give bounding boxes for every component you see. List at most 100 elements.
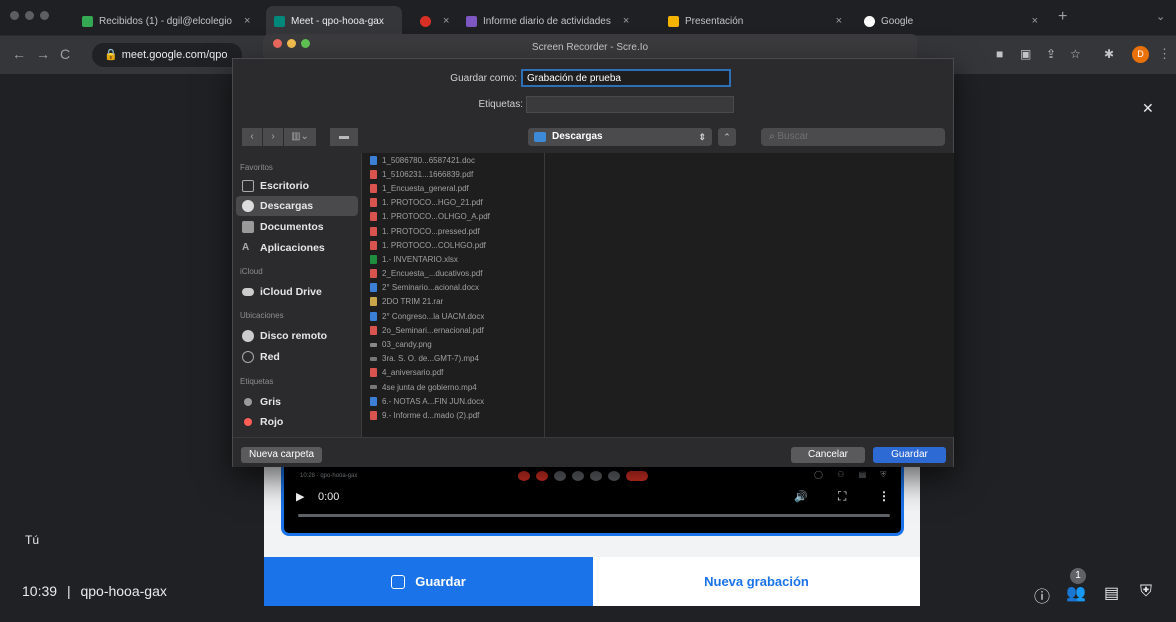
tab-recorder[interactable]: × [412,6,456,36]
share-icon[interactable]: ⇪ [1046,47,1056,61]
tab-close-icon[interactable]: × [836,15,842,27]
video-icon [370,356,377,361]
tab-presentacion[interactable]: Presentación × [660,6,850,36]
list-item[interactable]: 6.- NOTAS A...FIN JUN.docx [362,394,544,408]
participants-badge: 1 [1070,568,1086,584]
file-name: 9.- Informe d...mado (2).pdf [382,410,480,420]
tab-close-icon[interactable]: × [623,15,629,27]
tab-informe[interactable]: Informe diario de actividades × [458,6,658,36]
profile-avatar[interactable]: D [1132,46,1149,63]
list-item[interactable]: 4_aniversario.pdf [362,366,544,380]
pdf-icon [370,198,377,208]
list-item[interactable]: 4se junta de gobierno.mp4 [362,380,544,394]
list-item[interactable]: 03_candy.png [362,337,544,351]
view-mode-icon[interactable]: ▥⌄ [284,128,316,146]
bookmark-star-icon[interactable]: ☆ [1070,47,1081,61]
meeting-time: 10:39 [22,583,58,599]
word-icon [370,311,377,321]
sidebar-item-icloud-drive[interactable]: iCloud Drive [233,282,361,302]
list-item[interactable]: 3ra. S. O. de...GMT-7).mp4 [362,352,544,366]
host-controls-icon[interactable]: ⛨ [1140,583,1152,601]
list-item[interactable]: 1. PROTOCO...COLHGO.pdf [362,238,544,252]
list-item[interactable]: 2DO TRIM 21.rar [362,295,544,309]
tab-search-icon[interactable]: ⌄ [1156,10,1165,23]
sidebar-item-label: Escritorio [260,180,310,192]
back-icon[interactable]: ← [12,46,26,62]
sidebar-item-escritorio[interactable]: Escritorio [233,176,361,196]
pdf-icon [370,183,377,193]
list-item[interactable]: 9.- Informe d...mado (2).pdf [362,408,544,422]
list-item[interactable]: 1. PROTOCO...pressed.pdf [362,224,544,238]
sidebar-item-descargas[interactable]: Descargas [236,196,358,216]
menu-icon[interactable]: ⋮ [1158,46,1171,62]
sidebar-item-aplicaciones[interactable]: A Aplicaciones [233,238,361,258]
meet-icon [274,15,285,27]
new-folder-icon[interactable]: ▬ [330,128,358,146]
save-button[interactable]: Guardar [873,447,946,463]
video-progress-bar[interactable] [298,514,890,517]
address-bar[interactable]: 🔒 meet.google.com/qpo [92,43,242,67]
list-item[interactable]: 2_Encuesta_...ducativos.pdf [362,267,544,281]
extensions-icon[interactable]: ✱ [1104,47,1114,61]
cancel-button[interactable]: Cancelar [791,447,865,463]
file-name: 1. PROTOCO...COLHGO.pdf [382,240,486,250]
sidebar-item-gris[interactable]: Gris [233,392,361,412]
word-icon [370,283,377,293]
translate-icon[interactable]: ▣ [1020,47,1031,61]
file-name: 2° Seminario...acional.docx [382,283,480,293]
list-item[interactable]: 1. PROTOCO...HGO_21.pdf [362,196,544,210]
list-item[interactable]: 1.- INVENTARIO.xlsx [362,252,544,266]
tab-close-icon[interactable]: × [1032,15,1038,27]
tab-google[interactable]: Google × [856,6,1046,36]
tab-close-icon[interactable]: × [244,15,250,27]
recorder-save-label: Guardar [415,574,466,589]
reload-icon[interactable]: C [60,46,70,62]
nav-buttons: ‹ › ▥⌄ [242,128,317,146]
sidebar-item-documentos[interactable]: Documentos [233,217,361,237]
list-item[interactable]: 1. PROTOCO...OLHGO_A.pdf [362,210,544,224]
save-as-input[interactable] [521,69,731,87]
volume-icon[interactable]: 🔊 [794,490,808,503]
new-folder-button[interactable]: Nueva carpeta [241,447,323,463]
list-item[interactable]: 1_5086780...6587421.doc [362,153,544,167]
expand-icon[interactable]: ⌃ [718,128,736,146]
file-name: 1_Encuesta_general.pdf [382,183,469,193]
list-item[interactable]: 2° Seminario...acional.docx [362,281,544,295]
tab-close-icon[interactable]: × [443,15,449,27]
camera-icon[interactable]: ■ [996,47,1003,61]
new-tab-button[interactable]: + [1058,8,1067,26]
tab-gmail[interactable]: Recibidos (1) - dgil@elcolegio × [74,6,264,36]
window-traffic-lights[interactable] [273,39,310,48]
window-controls[interactable] [10,11,49,20]
sidebar-item-disco-remoto[interactable]: Disco remoto [233,326,361,346]
play-icon[interactable]: ▶ [296,490,304,503]
excel-icon [370,254,377,264]
tab-label: Google [881,15,914,27]
search-input[interactable]: ⌕ Buscar [761,128,945,146]
file-name: 2° Congreso...la UACM.docx [382,311,485,321]
sidebar-item-rojo[interactable]: Rojo [233,412,361,432]
back-nav-icon[interactable]: ‹ [242,128,262,146]
tab-label: Meet - qpo-hooa-gax [291,15,384,27]
more-options-icon[interactable]: ⋮ [878,489,890,503]
info-icon[interactable]: ⓘ [1034,583,1050,607]
forward-icon[interactable]: → [36,46,50,62]
file-list[interactable]: 1_5086780...6587421.doc 1_5106231...1666… [361,153,545,437]
chat-icon[interactable]: ▤ [1104,583,1119,603]
forward-nav-icon[interactable]: › [263,128,283,146]
people-icon[interactable]: 👥 [1066,583,1086,603]
list-item[interactable]: 2o_Seminari...ernacional.pdf [362,323,544,337]
sidebar-item-red[interactable]: Red [233,347,361,367]
list-item[interactable]: 1_5106231...1666839.pdf [362,167,544,181]
new-recording-button[interactable]: Nueva grabación [593,557,920,606]
list-item[interactable]: 1_Encuesta_general.pdf [362,181,544,195]
list-item[interactable]: 2° Congreso...la UACM.docx [362,309,544,323]
tags-input[interactable] [526,96,734,113]
location-select[interactable]: Descargas ⇕ [528,128,712,146]
search-icon: ⌕ [769,131,775,142]
tab-meet[interactable]: Meet - qpo-hooa-gax [266,6,402,36]
recorder-save-button[interactable]: Guardar [264,557,593,606]
fullscreen-icon[interactable]: ⛶ [838,489,846,504]
file-name: 1. PROTOCO...OLHGO_A.pdf [382,212,490,222]
lock-icon: 🔒 [104,49,118,61]
